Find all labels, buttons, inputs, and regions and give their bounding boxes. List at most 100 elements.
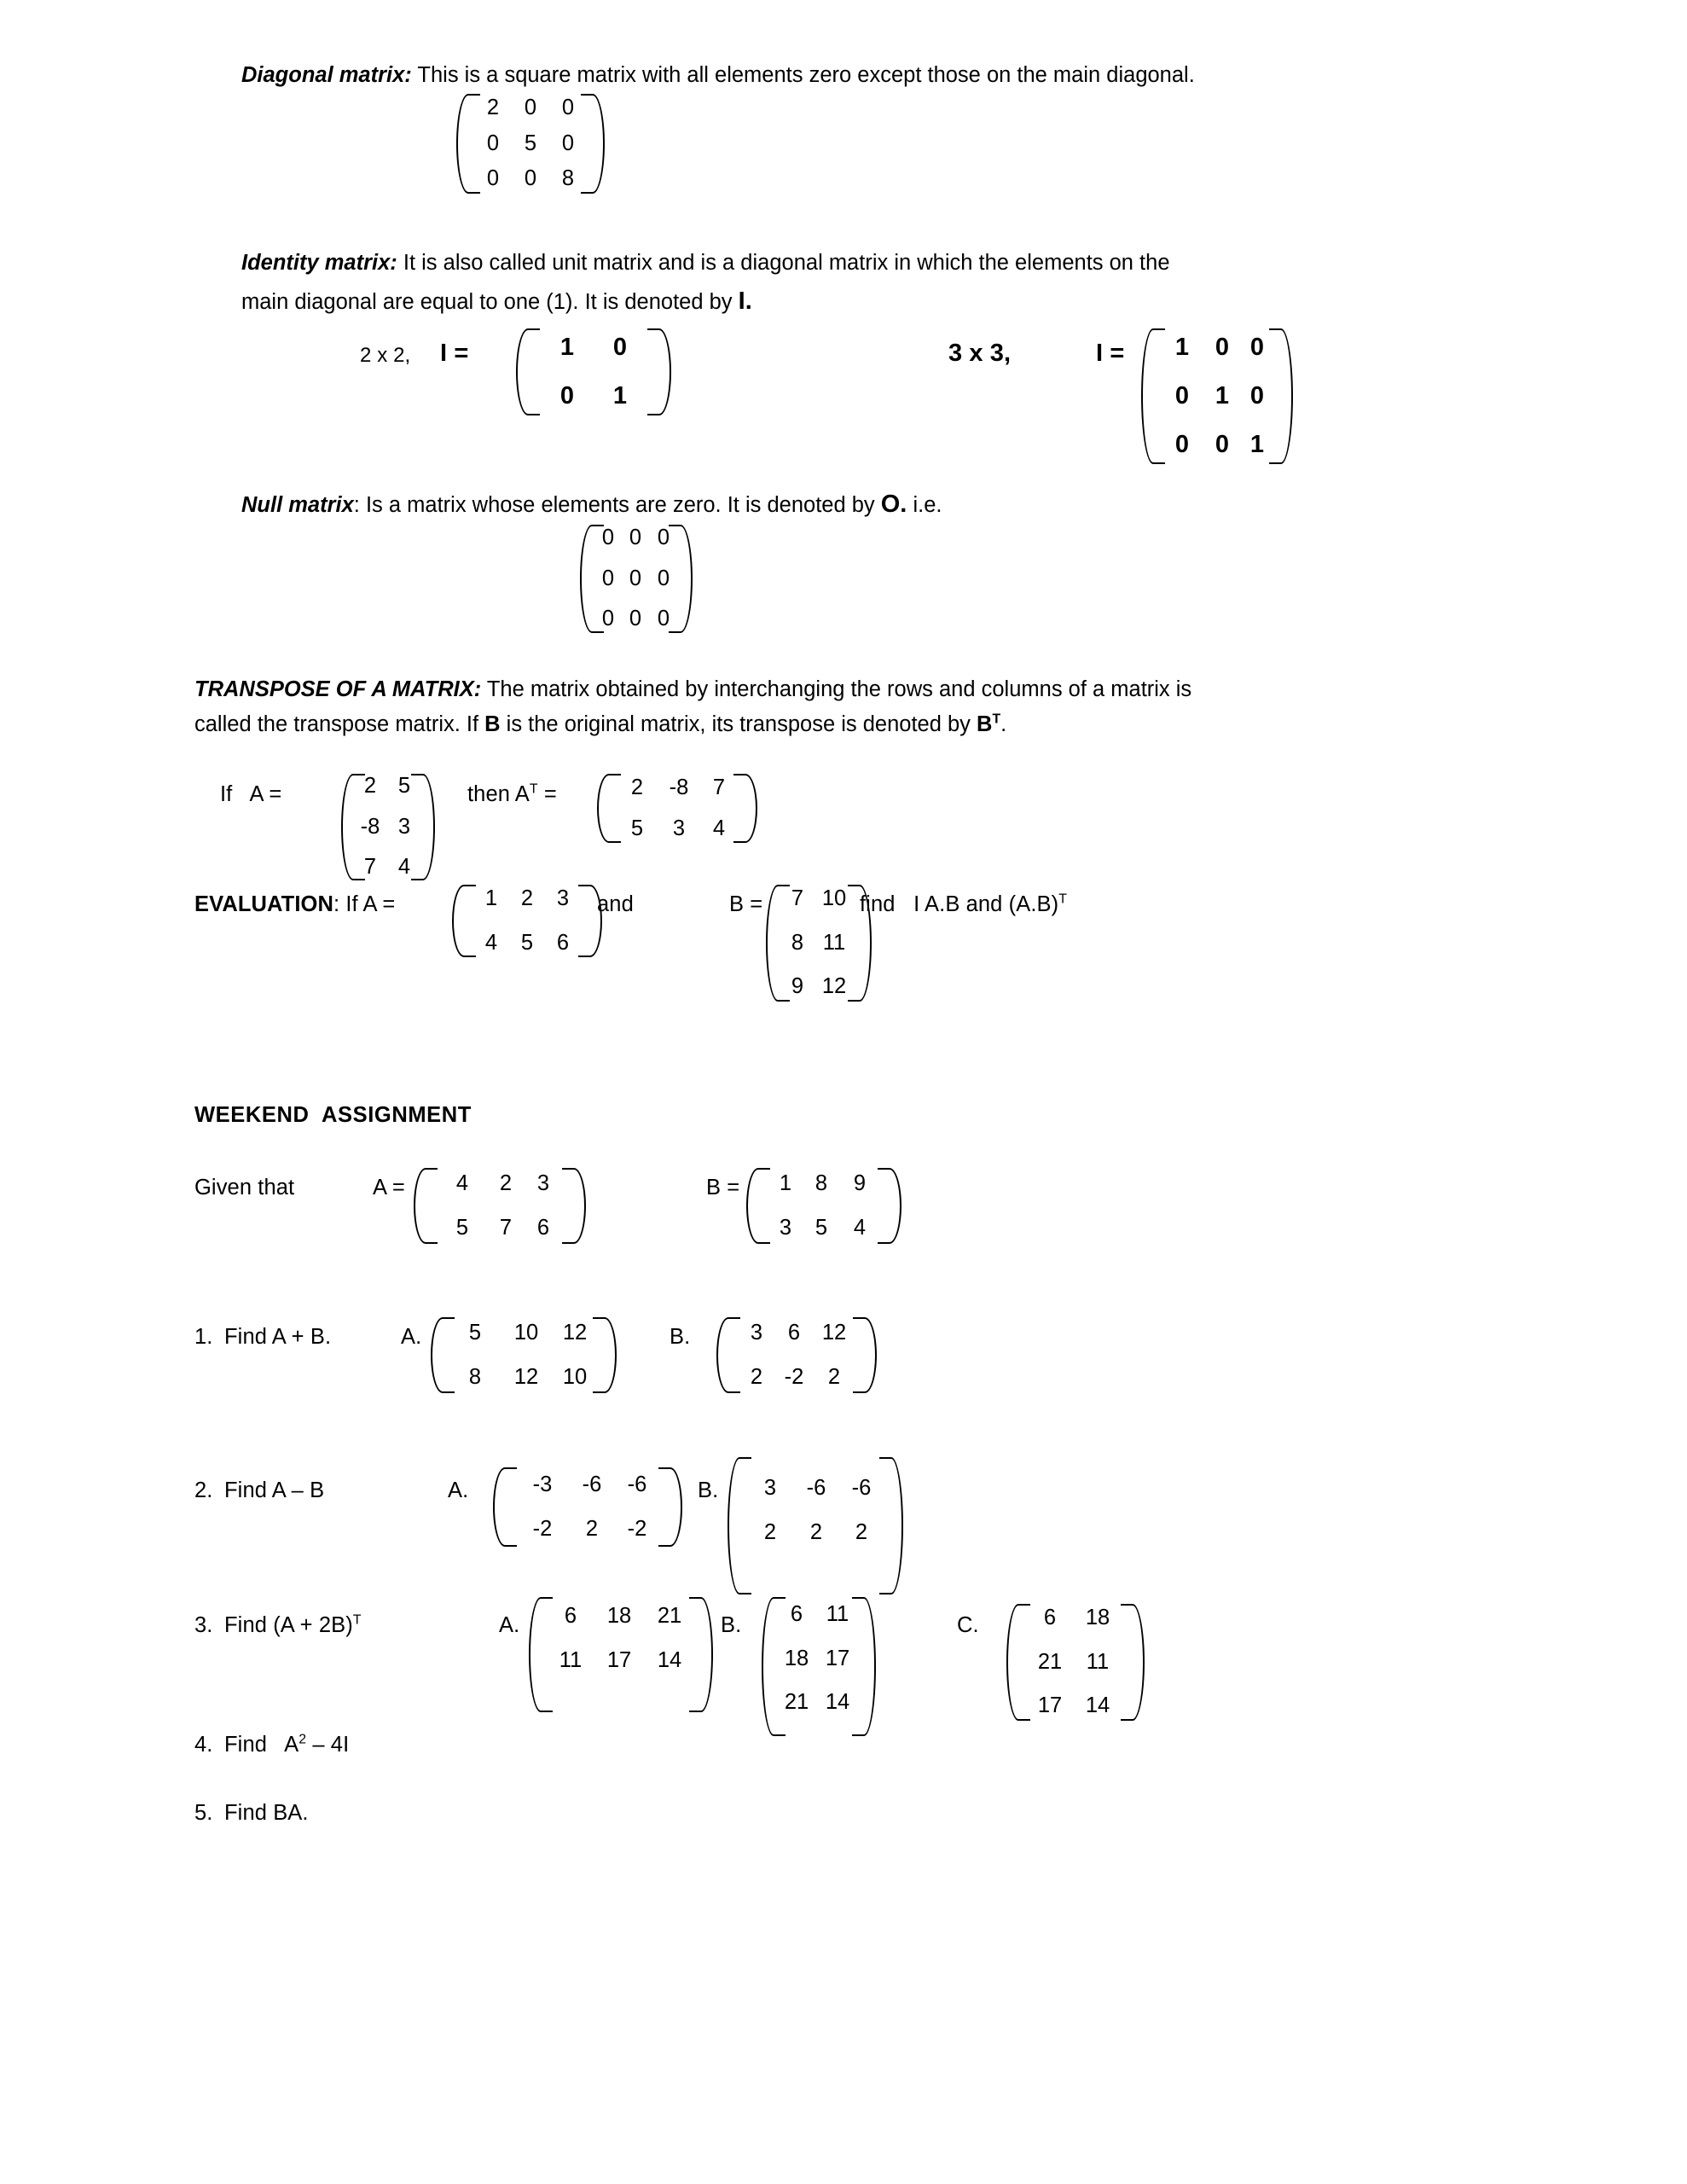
transpose-definition-line2: called the transpose matrix. If B is the… xyxy=(194,707,1525,742)
matrix-cell: 2 xyxy=(763,1519,777,1544)
right-paren xyxy=(1121,1602,1145,1722)
table-row: 2 0 0 xyxy=(474,96,587,119)
matrix-cell: 5 xyxy=(468,1321,482,1345)
transpose-then-label: then AT = xyxy=(467,782,557,806)
left-paren xyxy=(414,1166,438,1246)
matrix-cell: 21 xyxy=(657,1604,682,1628)
matrix-cell: -6 xyxy=(627,1472,647,1496)
right-paren xyxy=(689,1595,713,1714)
table-row: 0 0 1 xyxy=(1161,433,1273,457)
matrix-rows: 7 10 8 11 9 12 xyxy=(779,883,859,1003)
matrix-cell: 5 xyxy=(815,1215,828,1240)
question-4-superscript: 2 xyxy=(299,1732,307,1747)
table-row: 3 -6 -6 xyxy=(749,1476,882,1500)
table-row: 8 12 10 xyxy=(450,1364,597,1389)
matrix-cell: 1 xyxy=(559,334,575,361)
evaluation-and-label: and xyxy=(597,892,634,916)
null-matrix-value: 0 0 0 0 0 0 0 0 0 xyxy=(580,523,693,635)
question-3-body: Find (A + 2B) xyxy=(224,1613,353,1637)
matrix-cell: 6 xyxy=(556,930,570,955)
matrix-cell: 1 xyxy=(1215,382,1230,410)
matrix-cell: 0 xyxy=(524,166,537,190)
diagonal-matrix-definition: This is a square matrix with all element… xyxy=(411,63,1195,87)
evaluation-matrix-B: 7 10 8 11 9 12 xyxy=(766,883,872,1003)
question-3-option-B-matrix: 6 11 18 17 21 14 xyxy=(762,1595,876,1738)
identity-symbol: I. xyxy=(738,288,752,315)
left-paren xyxy=(341,772,365,882)
matrix-cell: -8 xyxy=(669,775,689,799)
matrix-cell: 0 xyxy=(1174,431,1190,458)
left-paren xyxy=(1006,1602,1030,1722)
table-row: -3 -6 -6 xyxy=(518,1472,658,1496)
matrix-rows: 1 8 9 3 5 4 xyxy=(759,1166,889,1246)
evaluation-find-label: find I A.B and (A.B)T xyxy=(860,892,1067,916)
matrix-rows: 4 2 3 5 7 6 xyxy=(426,1166,573,1246)
table-row: 0 0 0 xyxy=(594,526,678,549)
assignment-heading: WEEKEND ASSIGNMENT xyxy=(194,1103,472,1127)
identity-3x3-equals: I = xyxy=(1096,340,1125,367)
question-4-tail: – 4I xyxy=(306,1733,350,1757)
matrix-cell: 2 xyxy=(499,1171,513,1195)
identity-matrix-2x2: 1 0 0 1 xyxy=(516,327,671,417)
matrix-cell: -2 xyxy=(627,1516,647,1541)
table-row: 17 14 xyxy=(1028,1694,1123,1717)
matrix-cell: 3 xyxy=(672,816,686,840)
matrix-cell: 4 xyxy=(712,816,726,840)
diagonal-matrix-value: 2 0 0 0 5 0 0 0 8 xyxy=(456,92,605,195)
question-3-option-A-matrix: 6 18 21 11 17 14 xyxy=(529,1595,713,1714)
evaluation-label: EVALUATION: If A = xyxy=(194,893,395,916)
matrix-cell: -6 xyxy=(851,1476,872,1500)
left-paren xyxy=(716,1316,740,1395)
identity-matrix-term: Identity matrix: xyxy=(241,251,397,275)
left-paren xyxy=(529,1595,553,1714)
matrix-cell: 3 xyxy=(556,886,570,910)
question-1-text: Find A + B. xyxy=(224,1325,332,1349)
matrix-cell: 1 xyxy=(484,886,498,910)
null-matrix-definition: : Is a matrix whose elements are zero. I… xyxy=(353,493,881,517)
table-row: 0 0 0 xyxy=(594,567,678,590)
evaluation-matrix-A: 1 2 3 4 5 6 xyxy=(452,883,602,959)
matrix-cell: 6 xyxy=(536,1215,550,1240)
left-paren xyxy=(597,772,621,845)
assignment-A-label: A = xyxy=(373,1176,405,1199)
matrix-cell: 8 xyxy=(815,1171,828,1195)
question-1-option-B-matrix: 3 6 12 2 -2 2 xyxy=(716,1316,877,1395)
transpose-definition-2c: is the original matrix, its transpose is… xyxy=(500,712,977,736)
transpose-if-label: If A = xyxy=(220,782,282,806)
matrix-cell: 6 xyxy=(564,1604,577,1628)
left-paren xyxy=(728,1455,751,1596)
matrix-cell: 2 xyxy=(585,1516,599,1541)
question-3-text: Find (A + 2B)T xyxy=(224,1613,362,1637)
transpose-BT-superscript: T xyxy=(992,712,1001,727)
matrix-cell: 4 xyxy=(853,1215,867,1240)
matrix-cell: 14 xyxy=(657,1647,682,1672)
matrix-cell: 8 xyxy=(468,1364,482,1389)
matrix-rows: 5 10 12 8 12 10 xyxy=(443,1316,604,1395)
identity-matrix-paragraph-line2: main diagonal are equal to one (1). It i… xyxy=(241,282,1435,322)
matrix-cell: 2 xyxy=(750,1364,763,1389)
table-row: 21 14 xyxy=(778,1691,860,1714)
matrix-cell: 1 xyxy=(1174,334,1190,361)
matrix-cell: 4 xyxy=(484,930,498,955)
null-matrix-tail: i.e. xyxy=(907,493,942,517)
matrix-cell: 2 xyxy=(809,1519,823,1544)
matrix-rows: 6 11 18 17 21 14 xyxy=(774,1595,863,1738)
table-row: 0 1 xyxy=(541,384,646,409)
question-2-text: Find A – B xyxy=(224,1478,325,1502)
table-row: 5 7 6 xyxy=(438,1217,561,1240)
left-paren xyxy=(1141,327,1165,466)
table-row: 1 8 9 xyxy=(768,1171,880,1195)
document-page: Diagonal matrix: This is a square matrix… xyxy=(0,0,1687,2184)
question-3-option-B-letter: B. xyxy=(721,1613,742,1637)
assignment-matrix-B: 1 8 9 3 5 4 xyxy=(746,1166,901,1246)
question-5-text: Find BA. xyxy=(224,1801,309,1825)
table-row: 2 2 2 xyxy=(749,1519,882,1544)
matrix-cell: 3 xyxy=(779,1215,792,1240)
table-row: 0 5 0 xyxy=(474,132,587,155)
left-paren xyxy=(762,1595,786,1738)
identity-matrix-paragraph: Identity matrix: It is also called unit … xyxy=(241,246,1435,281)
matrix-cell: 5 xyxy=(630,816,644,840)
right-paren xyxy=(852,1595,876,1738)
question-5-number: 5. xyxy=(194,1801,213,1825)
matrix-cell: 2 xyxy=(827,1364,841,1389)
